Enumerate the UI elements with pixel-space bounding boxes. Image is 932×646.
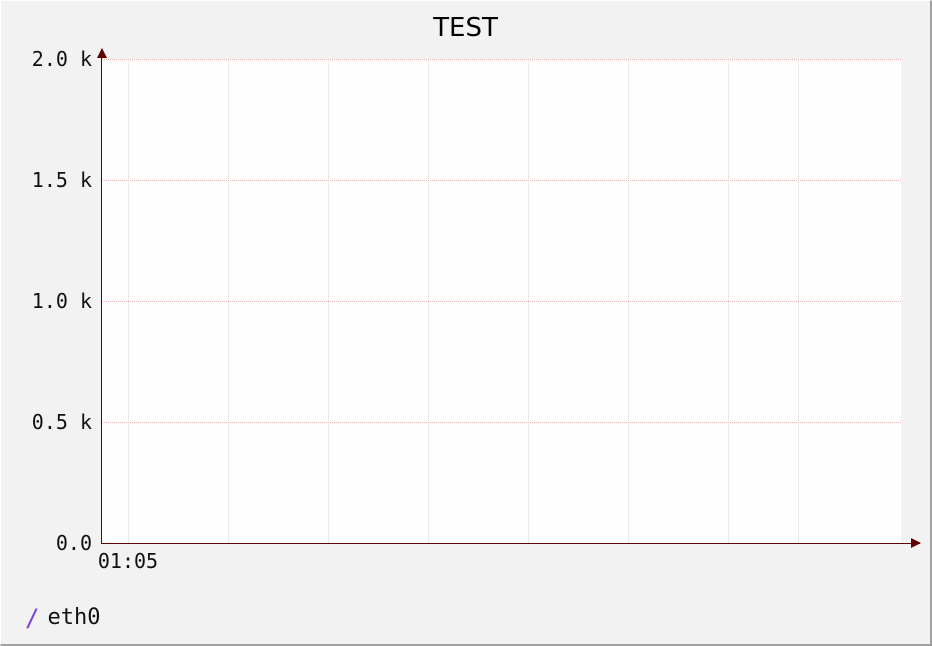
y-tick-label: 0.0 <box>2 531 92 555</box>
hgrid <box>101 422 901 423</box>
vgrid <box>328 59 329 543</box>
y-tick-label: 2.0 k <box>2 47 92 71</box>
y-tick-label: 1.0 k <box>2 289 92 313</box>
chart-panel: TEST 0.0 0.5 k 1.0 k 1.5 k 2.0 k 01:05 / eth… <box>0 0 932 646</box>
y-tick-label: 1.5 k <box>2 168 92 192</box>
x-axis <box>101 543 920 544</box>
plot-area <box>101 59 901 543</box>
hgrid <box>101 180 901 181</box>
vgrid <box>728 59 729 543</box>
vgrid <box>128 59 129 543</box>
hgrid <box>101 301 901 302</box>
x-tick-label: 01:05 <box>98 549 158 573</box>
vgrid <box>428 59 429 543</box>
y-axis <box>101 49 102 543</box>
vgrid <box>798 59 799 543</box>
y-tick-label: 0.5 k <box>2 410 92 434</box>
legend-swatch-icon: / <box>25 606 39 630</box>
vgrid <box>628 59 629 543</box>
vgrid <box>228 59 229 543</box>
hgrid <box>101 59 901 60</box>
vgrid <box>528 59 529 543</box>
chart-title: TEST <box>1 13 930 43</box>
legend: / eth0 <box>25 605 100 630</box>
legend-item-label: eth0 <box>47 605 100 630</box>
